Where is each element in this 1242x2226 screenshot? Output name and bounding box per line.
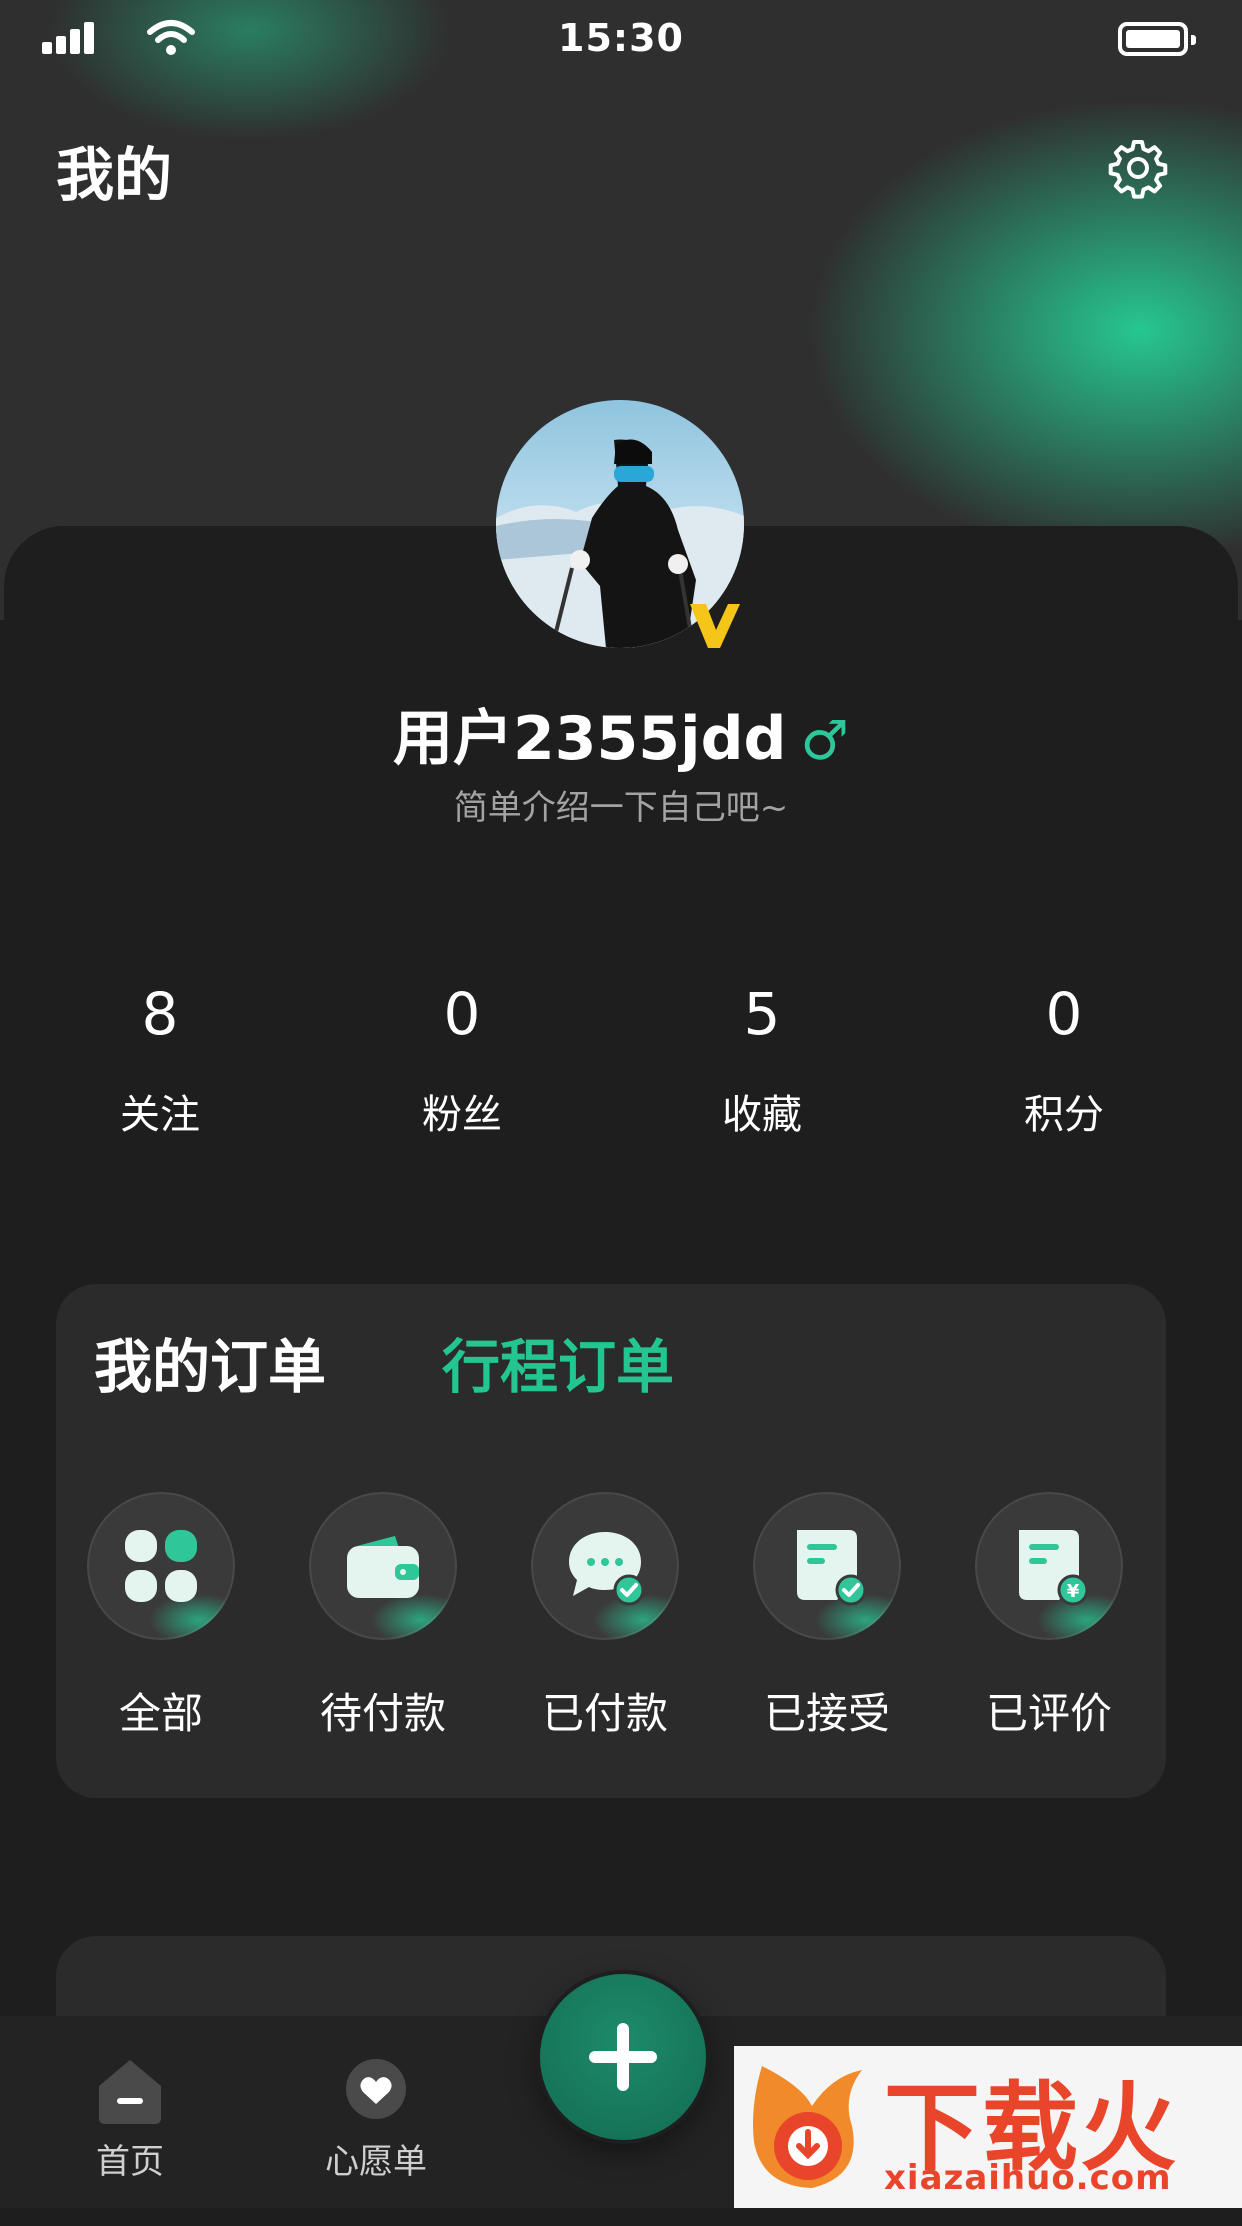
- stat-fans[interactable]: 0 粉丝: [362, 980, 562, 1140]
- order-label: 已评价: [985, 1689, 1112, 1738]
- stat-value: 0: [1045, 980, 1083, 1048]
- svg-text:¥: ¥: [1067, 1581, 1080, 1602]
- male-gender-icon: ♂: [800, 709, 849, 772]
- page-title: 我的: [56, 141, 173, 209]
- stat-value: 5: [743, 980, 781, 1048]
- tab-my-orders[interactable]: 我的订单: [94, 1320, 326, 1404]
- stat-points[interactable]: 0 积分: [964, 980, 1164, 1140]
- status-bar: 15:30: [0, 0, 1242, 80]
- watermark-url: xiazaihuo.com: [884, 2158, 1172, 2198]
- tab-label: 首页: [96, 2142, 164, 2182]
- status-time: 15:30: [558, 16, 684, 60]
- stat-value: 8: [141, 980, 179, 1048]
- stat-label: 粉丝: [422, 1092, 502, 1138]
- order-pending-payment[interactable]: 待付款: [308, 1492, 458, 1741]
- order-paid[interactable]: 已付款: [530, 1492, 680, 1741]
- order-accepted[interactable]: 已接受: [752, 1492, 902, 1741]
- document-check-icon: [753, 1492, 901, 1640]
- order-label: 已付款: [541, 1689, 668, 1738]
- order-label: 已接受: [763, 1689, 890, 1738]
- profile-bio[interactable]: 简单介绍一下自己吧~: [0, 780, 1242, 829]
- tab-trip-orders[interactable]: 行程订单: [442, 1320, 674, 1404]
- heart-icon: [346, 2059, 406, 2119]
- stat-following[interactable]: 8 关注: [60, 980, 260, 1140]
- add-button[interactable]: [540, 1974, 706, 2140]
- tab-label: 心愿单: [325, 2142, 427, 2182]
- order-label: 全部: [118, 1689, 203, 1738]
- plus-icon: [589, 2023, 657, 2091]
- stat-favorites[interactable]: 5 收藏: [662, 980, 862, 1140]
- wallet-icon: [309, 1492, 457, 1640]
- stat-value: 0: [443, 980, 481, 1048]
- chat-check-icon: [531, 1492, 679, 1640]
- stat-label: 积分: [1024, 1092, 1104, 1138]
- username: 用户2355jdd: [393, 704, 787, 774]
- flame-logo-icon: [753, 2066, 862, 2188]
- order-reviewed[interactable]: ¥ 已评价: [974, 1492, 1124, 1741]
- tab-wishlist[interactable]: 心愿单: [296, 2056, 456, 2183]
- battery-icon: [1118, 22, 1196, 56]
- tab-home[interactable]: 首页: [50, 2056, 210, 2183]
- verified-v-icon: [690, 604, 740, 648]
- order-label: 待付款: [319, 1689, 446, 1738]
- document-yen-icon: ¥: [975, 1492, 1123, 1640]
- home-icon: [99, 2060, 161, 2124]
- username-row: 用户2355jdd ♂: [0, 690, 1242, 777]
- orders-card: 我的订单 行程订单 全部 待付款 已付款 已接受 ¥ 已评价: [56, 1284, 1166, 1798]
- stat-label: 收藏: [722, 1092, 802, 1138]
- settings-gear-icon[interactable]: [1106, 136, 1170, 200]
- order-all[interactable]: 全部: [86, 1492, 236, 1741]
- grid-icon: [87, 1492, 235, 1640]
- watermark-overlay: 下载火 xiazaihuo.com: [734, 2046, 1242, 2208]
- stat-label: 关注: [120, 1092, 200, 1138]
